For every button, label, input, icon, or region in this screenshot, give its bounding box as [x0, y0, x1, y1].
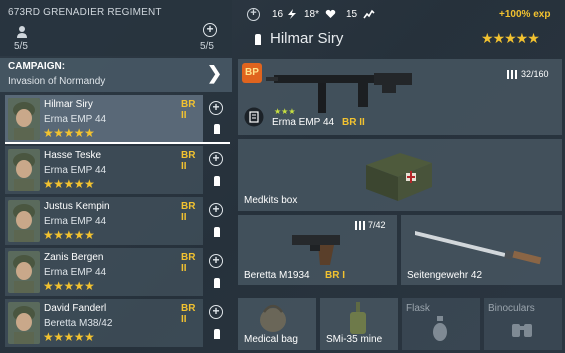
plus-icon[interactable]: +: [247, 8, 260, 21]
soldier-add-plus-icon[interactable]: +: [209, 254, 223, 268]
equipment-label: SMi-35 mine: [326, 334, 383, 345]
chevron-right-icon[interactable]: ❯: [207, 63, 222, 84]
add-squad-plus-icon[interactable]: +: [203, 23, 217, 37]
lightning-icon: [288, 9, 296, 19]
soldier-add-plus-icon[interactable]: +: [209, 305, 223, 319]
soldier-rank: BR II: [181, 252, 196, 274]
soldier-weapon: Erma EMP 44: [44, 267, 107, 278]
regiment-title: 673RD GRENADIER REGIMENT: [8, 7, 162, 18]
equipment-slot-binoculars[interactable]: Binoculars: [484, 298, 562, 350]
soldier-card[interactable]: Hasse Teske BR II Erma EMP 44 ★★★★★: [5, 146, 203, 194]
soldier-weapon: Beretta M38/42: [44, 318, 113, 329]
soldier-rank: BR II: [181, 150, 196, 172]
soldier-weapon: Erma EMP 44: [44, 114, 107, 125]
soldier-add-plus-icon[interactable]: +: [209, 203, 223, 217]
flask-icon: [433, 316, 447, 341]
soldier-name: David Fanderl: [44, 303, 107, 314]
mine-image: [350, 302, 366, 334]
secondary-weapon-rank: BR I: [325, 270, 345, 281]
soldier-weapon: Erma EMP 44: [44, 216, 107, 227]
equipment-label: Flask: [406, 303, 430, 314]
soldier-stars: ★★★★★: [43, 126, 95, 140]
binoculars-icon: [512, 324, 532, 337]
soldier-name: Hasse Teske: [44, 150, 102, 161]
soldier-card[interactable]: Justus Kempin BR II Erma EMP 44 ★★★★★: [5, 197, 203, 245]
bullets-icon: [355, 221, 365, 230]
soldier-rank: BR II: [181, 99, 196, 121]
soldier-card[interactable]: Zanis Bergen BR II Erma EMP 44 ★★★★★: [5, 248, 203, 296]
soldier-rank: BR II: [181, 201, 196, 223]
book-icon[interactable]: [244, 107, 264, 127]
battle-pass-badge: BP: [242, 63, 262, 83]
melee-slot[interactable]: Seitengewehr 42: [401, 215, 562, 285]
secondary-weapon-slot[interactable]: 7/42 Beretta M1934 BR I: [238, 215, 397, 285]
stat-value-b: 18*: [304, 9, 320, 20]
soldier-stats-bar: + 16 18* 15 +100% exp: [238, 0, 565, 28]
soldier-stars: ★★★★★: [43, 177, 95, 191]
melee-label: Seitengewehr 42: [407, 270, 483, 281]
primary-weapon-name: Erma EMP 44: [272, 117, 335, 128]
campaign-value: Invasion of Normandy: [8, 76, 106, 87]
stat-value-a: 16: [272, 9, 284, 20]
primary-weapon-slot[interactable]: BP ★★★ Erma EMP 44 BR II 32/160: [238, 59, 562, 135]
soldier-stars: ★★★★★: [43, 279, 95, 293]
soldier-portrait: [8, 149, 40, 191]
equipment-slot-medical-bag[interactable]: Medical bag: [238, 298, 316, 350]
bullets-icon: [507, 70, 517, 79]
soldier-name: Zanis Bergen: [44, 252, 104, 263]
campaign-label: CAMPAIGN:: [8, 61, 66, 72]
medical-bag-image: [260, 304, 286, 332]
ammo-icon: [214, 124, 220, 134]
heart-icon: [325, 9, 336, 18]
medkit-box-image: [366, 153, 432, 201]
pistol-image: [292, 235, 340, 265]
soldier-rank: BR II: [181, 303, 196, 325]
squad-count-right: 5/5: [200, 41, 214, 52]
soldier-portrait: [8, 251, 40, 293]
soldier-portrait: [8, 200, 40, 242]
campaign-selector[interactable]: CAMPAIGN: Invasion of Normandy ❯: [0, 58, 232, 92]
soldier-portrait: [8, 302, 40, 344]
secondary-weapon-name: Beretta M1934: [244, 270, 310, 281]
soldier-name: Hilmar Siry: [44, 99, 93, 110]
weapon-mini-stars: ★★★: [274, 107, 296, 116]
regiment-header: 673RD GRENADIER REGIMENT 5/5 + 5/5: [0, 0, 232, 56]
medkits-slot[interactable]: Medkits box: [238, 139, 562, 211]
medkits-label: Medkits box: [244, 195, 298, 206]
ammo-icon: [214, 227, 220, 237]
primary-weapon-rank: BR II: [342, 117, 365, 128]
ammo-icon: [214, 278, 220, 288]
stamina-icon: [363, 9, 375, 19]
primary-ammo-count: 32/160: [521, 69, 549, 79]
selected-soldier-stars: ★★★★★: [481, 30, 540, 46]
soldier-weapon: Erma EMP 44: [44, 165, 107, 176]
soldier-card[interactable]: David Fanderl BR II Beretta M38/42 ★★★★★: [5, 299, 203, 347]
soldier-stars: ★★★★★: [43, 330, 95, 344]
squad-count-left: 5/5: [14, 41, 28, 52]
soldier-card[interactable]: Hilmar Siry BR II Erma EMP 44 ★★★★★: [5, 95, 203, 143]
soldier-stars: ★★★★★: [43, 228, 95, 242]
stat-value-c: 15: [346, 9, 358, 20]
ammo-icon: [255, 34, 261, 45]
secondary-ammo-count: 7/42: [368, 220, 386, 230]
bayonet-image: [415, 231, 542, 265]
equipment-slot-mine[interactable]: SMi-35 mine: [320, 298, 398, 350]
equipment-label: Medical bag: [244, 334, 298, 345]
selected-soldier-header: Hilmar Siry ★★★★★: [238, 28, 565, 54]
selection-underline: [5, 142, 230, 144]
soldier-portrait: [8, 98, 40, 140]
ammo-icon: [214, 176, 220, 186]
equipment-label: Binoculars: [488, 303, 535, 314]
soldier-add-plus-icon[interactable]: +: [209, 101, 223, 115]
ammo-icon: [214, 329, 220, 339]
soldier-name: Justus Kempin: [44, 201, 110, 212]
equipment-slot-flask[interactable]: Flask: [402, 298, 480, 350]
selected-soldier-name: Hilmar Siry: [270, 30, 344, 47]
person-icon: [17, 26, 27, 38]
soldier-add-plus-icon[interactable]: +: [209, 152, 223, 166]
exp-bonus: +100% exp: [499, 9, 551, 20]
